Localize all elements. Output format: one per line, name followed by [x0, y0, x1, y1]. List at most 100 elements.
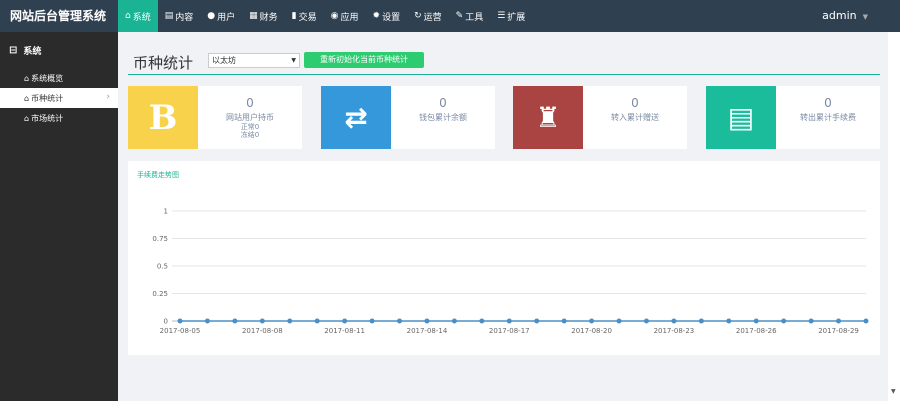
reinit-stats-button[interactable]: 重新初始化当前币种统计	[304, 52, 424, 68]
card-sub-value: 正常0	[240, 123, 260, 131]
nav-item-label: 内容	[175, 12, 194, 23]
user-holdings-card: B 0 网站用户持币 正常0 冻结0	[128, 86, 302, 149]
data-point[interactable]	[698, 318, 704, 324]
data-point[interactable]	[479, 318, 485, 324]
rook-icon: ♜	[513, 86, 583, 149]
sidebar-item-overview[interactable]: ⌂ 系统概览	[0, 68, 118, 88]
data-point[interactable]	[287, 318, 293, 324]
nav-item-operation[interactable]: ↻ 运营	[407, 0, 449, 32]
rook-glyph: ♜	[535, 101, 561, 134]
data-point[interactable]	[397, 318, 403, 324]
data-point[interactable]	[451, 318, 457, 324]
trade-icon: ▮	[291, 11, 297, 21]
tools-icon: ✎	[455, 11, 464, 21]
nav-item-content[interactable]: ▤ 内容	[158, 0, 201, 32]
data-point[interactable]	[561, 318, 567, 324]
x-tick-label: 2017-08-23	[654, 327, 695, 335]
content-icon: ▤	[164, 11, 174, 21]
y-tick-label: 0.25	[152, 290, 168, 298]
data-point[interactable]	[204, 318, 210, 324]
nav-item-trade[interactable]: ▮ 交易	[285, 0, 324, 32]
card-label: 转入累计赠送	[611, 113, 659, 122]
x-tick-label: 2017-08-11	[324, 327, 365, 335]
card-label: 网站用户持币	[226, 113, 274, 122]
transfer-out-fee-card: ▤ 0 转出累计手续费	[706, 86, 880, 149]
nav-item-finance[interactable]: ▦ 财务	[242, 0, 285, 32]
brand-title[interactable]: 网站后台管理系统	[0, 0, 118, 32]
data-point[interactable]	[863, 318, 869, 324]
nav-item-settings[interactable]: ✹ 设置	[366, 0, 408, 32]
data-point[interactable]	[369, 318, 375, 324]
home-icon: ⌂	[24, 93, 30, 103]
data-point[interactable]	[424, 318, 430, 324]
extend-icon: ☰	[497, 11, 506, 21]
x-tick-label: 2017-08-20	[571, 327, 612, 335]
nav-item-tools[interactable]: ✎ 工具	[449, 0, 491, 32]
card-value: 0	[246, 96, 254, 110]
data-point[interactable]	[589, 318, 595, 324]
sidebar-item-label: 市场统计	[31, 113, 64, 123]
data-point[interactable]	[534, 318, 540, 324]
nav-item-user[interactable]: ● 用户	[200, 0, 242, 32]
nav-item-label: 运营	[423, 12, 442, 23]
finance-icon: ▦	[249, 11, 258, 21]
data-point[interactable]	[506, 318, 512, 324]
page-header: 币种统计 以太坊 ▼ 重新初始化当前币种统计	[128, 49, 880, 75]
home-icon: ⌂	[24, 113, 30, 123]
data-point[interactable]	[259, 318, 265, 324]
data-point[interactable]	[177, 318, 183, 324]
data-point[interactable]	[643, 318, 649, 324]
coin-select-value: 以太坊	[212, 56, 236, 65]
data-point[interactable]	[342, 318, 348, 324]
nav-item-extend[interactable]: ☰ 扩展	[490, 0, 532, 32]
nav-item-label: 交易	[298, 12, 317, 23]
x-tick-label: 2017-08-05	[160, 327, 201, 335]
settings-icon: ✹	[372, 11, 381, 21]
data-point[interactable]	[808, 318, 814, 324]
scroll-down-icon: ▼	[891, 388, 896, 395]
data-point[interactable]	[726, 318, 732, 324]
sidebar-item-label: 系统概览	[31, 73, 64, 83]
card-label: 转出累计手续费	[800, 113, 856, 122]
dropdown-caret-icon: ▼	[291, 57, 296, 64]
user-icon: ●	[207, 11, 216, 21]
sidebar-section-system[interactable]: ⊟ 系统	[0, 32, 118, 68]
top-navbar: 网站后台管理系统 ⌂ 系统 ▤ 内容 ● 用户 ▦ 财务 ▮ 交易 ◉ 应用 ✹ 设置 ↻ 运营 ✎ 工具 ☰ 扩展 …	[0, 0, 900, 32]
bitcoin-glyph: B	[148, 97, 178, 138]
fee-trend-chart-panel: 手续费走势图 0 0.25 0.5 0.75 1 2017-08-05 2017-08-08…	[128, 161, 880, 355]
card-value: 0	[631, 96, 639, 110]
x-tick-label: 2017-08-17	[489, 327, 530, 335]
exchange-arrows-icon: ⇄	[321, 86, 391, 149]
data-point[interactable]	[232, 318, 238, 324]
main-nav: ⌂ 系统 ▤ 内容 ● 用户 ▦ 财务 ▮ 交易 ◉ 应用 ✹ 设置 ↻ 运营 ✎ 工具 ☰ 扩展	[118, 0, 532, 32]
transfer-in-card: ♜ 0 转入累计赠送	[513, 86, 687, 149]
card-value: 0	[824, 96, 832, 110]
data-point[interactable]	[671, 318, 677, 324]
main-content: 币种统计 以太坊 ▼ 重新初始化当前币种统计 B 0 网站用户持币 正常0 冻结0 ⇄ 0 钱…	[118, 32, 888, 401]
card-value: 0	[439, 96, 447, 110]
nav-item-label: 扩展	[507, 12, 526, 23]
user-menu[interactable]: admin ▼	[822, 0, 868, 32]
x-tick-label: 2017-08-08	[242, 327, 283, 335]
vertical-scrollbar[interactable]: ▼	[888, 32, 900, 401]
operation-icon: ↻	[414, 11, 422, 21]
y-tick-label: 0.75	[152, 235, 168, 243]
wallet-balance-card: ⇄ 0 钱包累计余额	[321, 86, 495, 149]
collapse-icon: ⊟	[9, 44, 18, 56]
sidebar-item-coin-stats[interactable]: ⌂ 币种统计 ›	[0, 88, 118, 108]
data-point[interactable]	[616, 318, 622, 324]
nav-item-app[interactable]: ◉ 应用	[324, 0, 366, 32]
data-point[interactable]	[753, 318, 759, 324]
user-name: admin	[822, 9, 857, 22]
list-icon: ▤	[706, 86, 776, 149]
nav-item-home[interactable]: ⌂ 系统	[118, 0, 158, 32]
data-point[interactable]	[836, 318, 842, 324]
data-point[interactable]	[781, 318, 787, 324]
sidebar-item-market-stats[interactable]: ⌂ 市场统计	[0, 108, 118, 128]
data-point[interactable]	[314, 318, 320, 324]
coin-select[interactable]: 以太坊 ▼	[208, 53, 300, 68]
home-icon: ⌂	[125, 11, 131, 21]
nav-item-label: 设置	[382, 12, 401, 23]
y-tick-label: 0	[164, 318, 168, 326]
sidebar-item-label: 币种统计	[31, 93, 64, 103]
